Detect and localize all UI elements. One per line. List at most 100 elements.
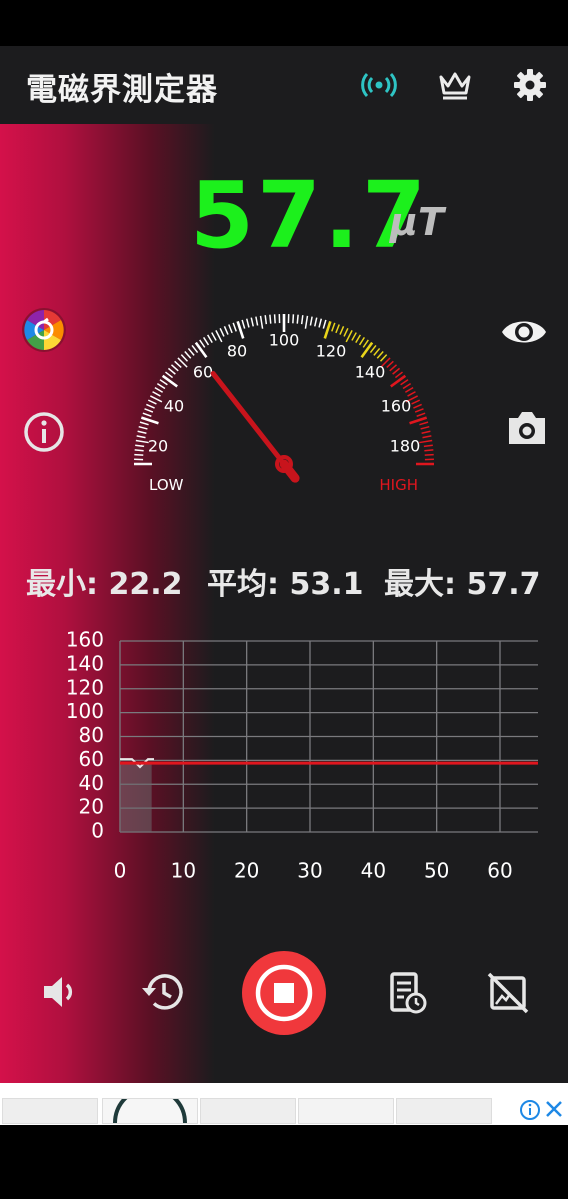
broadcast-icon[interactable] xyxy=(360,66,398,104)
gauge-tick xyxy=(236,320,245,339)
gauge-tick xyxy=(409,416,428,425)
gauge-tick xyxy=(170,364,179,372)
gauge-tick xyxy=(373,347,381,356)
gauge-tick xyxy=(138,425,148,430)
gauge-tick xyxy=(142,412,152,417)
ad-thumbnail[interactable] xyxy=(396,1098,492,1124)
ad-banner[interactable] xyxy=(0,1083,568,1125)
gauge-tick xyxy=(211,332,217,341)
graph-y-tick: 120 xyxy=(66,675,104,699)
app-window: 電磁界測定器 57.7 μT 20 40 60 80 100 120 140 1… xyxy=(0,46,568,1083)
gauge-tick xyxy=(331,322,336,332)
gauge-tick xyxy=(135,439,149,444)
gauge-tick xyxy=(379,354,388,362)
gauge-tick xyxy=(144,408,154,413)
gauge-tick xyxy=(202,336,210,346)
graph-x-tick: 20 xyxy=(234,859,259,883)
gauge-tick xyxy=(424,449,434,452)
gauge-high-label: HIGH xyxy=(379,476,418,494)
gauge-label-20: 20 xyxy=(148,437,168,456)
gauge-tick xyxy=(411,399,421,405)
gauge-tick xyxy=(223,326,229,335)
gauge-tick xyxy=(250,317,254,327)
ad-thumbnail[interactable] xyxy=(102,1086,198,1124)
color-wheel-icon[interactable] xyxy=(20,306,68,354)
min-label: 最小: xyxy=(26,567,98,602)
history-icon[interactable] xyxy=(139,968,187,1016)
info-icon[interactable] xyxy=(20,408,68,456)
emf-gauge: 20 40 60 80 100 120 140 160 180 LOW HIGH xyxy=(134,314,434,494)
gauge-tick xyxy=(416,412,426,417)
gauge-tick xyxy=(159,379,168,386)
gauge-tick xyxy=(419,439,433,444)
gauge-tick xyxy=(232,322,237,332)
gauge-label-40: 40 xyxy=(164,397,184,416)
ad-thumbnail[interactable] xyxy=(200,1098,296,1124)
camera-icon[interactable] xyxy=(503,404,551,452)
screen-off-icon[interactable] xyxy=(484,968,532,1016)
graph-x-tick: 50 xyxy=(424,859,449,883)
gauge-tick xyxy=(134,449,144,452)
gauge-tick xyxy=(264,315,268,325)
report-icon[interactable] xyxy=(382,968,430,1016)
gauge-tick xyxy=(404,386,414,393)
graph-y-tick: 0 xyxy=(91,819,104,843)
gauge-tick xyxy=(191,345,199,354)
reading-display: 57.7 μT xyxy=(0,164,568,266)
gauge-tick xyxy=(206,334,213,344)
gauge-tick xyxy=(322,319,327,329)
close-icon[interactable] xyxy=(544,1099,564,1119)
gauge-tick xyxy=(140,416,159,425)
gauge-tick xyxy=(292,314,295,324)
ad-logo-mark xyxy=(113,1086,187,1124)
ad-info-icon[interactable] xyxy=(519,1099,541,1121)
graph-y-tick: 60 xyxy=(79,747,104,771)
app-bar: 電磁界測定器 xyxy=(0,46,568,124)
gauge-tick xyxy=(187,347,195,356)
gauge-tick xyxy=(318,318,323,328)
gauge-tick xyxy=(152,391,161,397)
gauge-tick xyxy=(420,425,430,430)
gauge-tick xyxy=(345,330,353,343)
gauge-tick xyxy=(228,324,233,334)
gauge-tick xyxy=(146,403,155,409)
gauge-needle xyxy=(210,370,287,467)
min-value: 22.2 xyxy=(108,567,183,602)
reading-unit: μT xyxy=(390,200,444,244)
gauge-tick xyxy=(154,386,164,393)
eye-icon[interactable] xyxy=(500,308,548,356)
gear-icon[interactable] xyxy=(511,66,549,104)
gauge-tick xyxy=(184,350,192,359)
navigation-bar xyxy=(0,1125,568,1199)
gauge-tick xyxy=(180,354,189,362)
gauge-tick xyxy=(150,395,163,403)
stop-record-button[interactable] xyxy=(242,951,326,1035)
gauge-tick xyxy=(422,435,432,439)
volume-icon[interactable] xyxy=(36,968,84,1016)
gauge-tick xyxy=(343,327,349,337)
ad-thumbnail[interactable] xyxy=(2,1098,98,1124)
history-graph: 160140120100806040200 0 10 20 30 40 50 60 xyxy=(66,631,538,883)
gauge-tick xyxy=(174,360,182,369)
gauge-tick xyxy=(423,444,433,448)
gauge-label-80: 80 xyxy=(227,342,247,361)
gauge-tick xyxy=(407,391,416,397)
crown-icon[interactable] xyxy=(436,66,474,104)
gauge-tick xyxy=(135,444,145,448)
gauge-tick xyxy=(147,399,157,405)
gauge-label-180: 180 xyxy=(390,437,421,456)
gauge-tick xyxy=(273,314,276,324)
gauge-tick xyxy=(390,374,407,388)
avg-label: 平均: xyxy=(207,567,279,602)
gauge-label-140: 140 xyxy=(355,363,386,382)
gauge-tick xyxy=(136,435,146,439)
gauge-tick xyxy=(358,336,366,346)
graph-y-tick: 140 xyxy=(66,651,104,675)
graph-y-tick: 20 xyxy=(79,795,104,819)
ad-thumbnail[interactable] xyxy=(298,1098,394,1124)
gauge-tick xyxy=(392,367,401,375)
graph-area-fill xyxy=(120,763,152,832)
gauge-tick xyxy=(402,382,412,390)
gauge-tick xyxy=(394,371,403,379)
gauge-tick xyxy=(161,374,178,388)
